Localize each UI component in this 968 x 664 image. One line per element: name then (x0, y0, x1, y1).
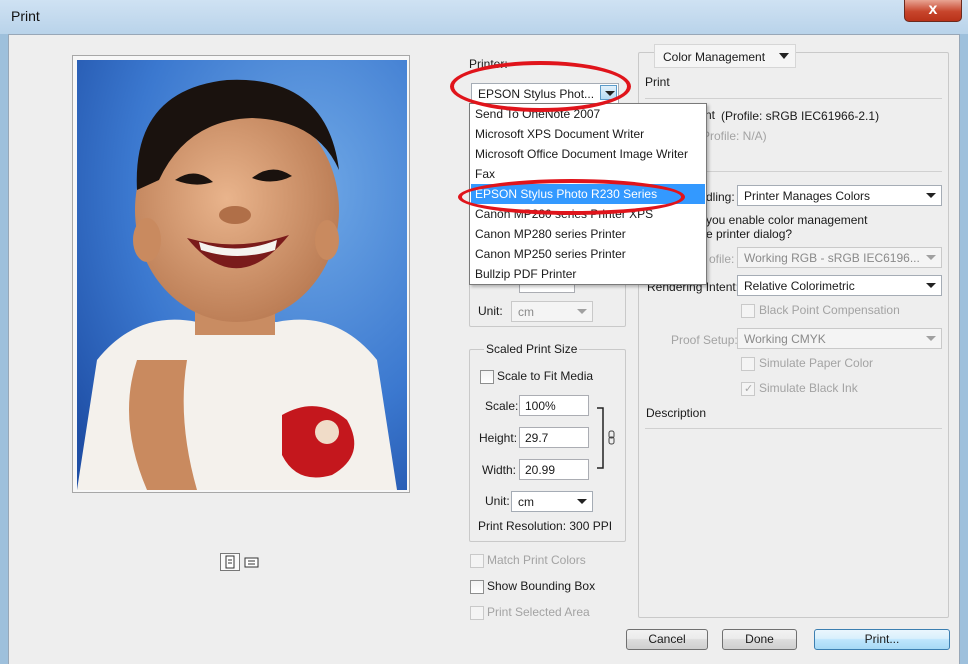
chevron-down-icon[interactable] (600, 85, 617, 100)
printer-profile-label: ofile: (709, 252, 735, 266)
printer-option-xps[interactable]: Microsoft XPS Document Writer (471, 124, 705, 144)
print-heading: Print (645, 75, 670, 89)
printer-profile-select[interactable]: Working RGB - sRGB IEC6196... (737, 247, 942, 268)
print-resolution-text: Print Resolution: 300 PPI (478, 519, 613, 533)
scale-to-fit-label: Scale to Fit Media (497, 369, 594, 383)
simulate-black-checkbox[interactable]: ✓ (741, 382, 755, 396)
proof-setup-select[interactable]: Working CMYK (737, 328, 942, 349)
scaled-print-size-legend: Scaled Print Size (484, 342, 580, 356)
reminder-line-2: e printer dialog? (706, 227, 793, 241)
print-selected-area-label: Print Selected Area (487, 605, 590, 619)
proof-setup-label: Proof Setup: (671, 333, 738, 347)
chevron-down-icon[interactable] (922, 188, 939, 203)
landscape-orientation-icon[interactable] (242, 553, 262, 571)
black-point-label: Black Point Compensation (759, 303, 900, 317)
scaled-unit-select[interactable]: cm (511, 491, 593, 512)
chevron-down-icon[interactable] (922, 278, 939, 293)
check-icon: ✓ (744, 383, 754, 395)
print-preview (72, 55, 410, 493)
portrait-orientation-icon[interactable] (220, 553, 240, 571)
match-print-colors-label: Match Print Colors (487, 553, 586, 567)
chevron-down-icon[interactable] (573, 304, 590, 319)
printer-option-epson[interactable]: EPSON Stylus Photo R230 Series (471, 184, 705, 204)
position-unit-select[interactable]: cm (511, 301, 593, 322)
color-management-menu[interactable]: Color Management (654, 44, 796, 68)
scaled-unit-label: Unit: (485, 494, 510, 508)
black-point-checkbox[interactable] (741, 304, 755, 318)
printer-dropdown-list: Send To OneNote 2007 Microsoft XPS Docum… (469, 103, 707, 285)
description-heading: Description (646, 406, 707, 420)
height-label: Height: (479, 431, 518, 445)
simulate-paper-label: Simulate Paper Color (759, 356, 874, 370)
printer-option-canon-mp250[interactable]: Canon MP250 series Printer (471, 244, 705, 264)
height-input[interactable]: 29.7 (519, 427, 589, 448)
scale-value: 100% (525, 399, 556, 413)
close-icon: x (928, 1, 938, 18)
link-chain-icon[interactable] (595, 407, 617, 469)
scale-label: Scale: (485, 399, 519, 413)
position-unit-value: cm (518, 305, 534, 319)
reminder-line-1: you enable color management (706, 213, 868, 227)
color-management-label: Color Management (663, 50, 766, 64)
printer-option-canon-mp280-xps[interactable]: Canon MP280 series Printer XPS (471, 204, 705, 224)
scaled-unit-value: cm (518, 495, 534, 509)
color-handling-value: Printer Manages Colors (744, 189, 871, 203)
scale-input[interactable]: 100% (519, 395, 589, 416)
preview-photo (77, 60, 407, 490)
match-print-colors-checkbox[interactable] (470, 554, 484, 568)
chevron-down-icon[interactable] (922, 250, 939, 265)
printer-option-office-image[interactable]: Microsoft Office Document Image Writer (471, 144, 705, 164)
chevron-down-icon (779, 53, 789, 59)
printer-profile-value: Working RGB - sRGB IEC6196... (744, 251, 920, 265)
width-label: Width: (482, 463, 517, 477)
separator (645, 428, 942, 429)
print-selected-area-checkbox[interactable] (470, 606, 484, 620)
simulate-paper-checkbox[interactable] (741, 357, 755, 371)
printer-select[interactable]: EPSON Stylus Phot... (471, 83, 619, 104)
printer-option-fax[interactable]: Fax (471, 164, 705, 184)
color-handling-label: dling: (706, 190, 735, 204)
window-title: Print (11, 8, 40, 24)
printer-label: Printer: (469, 57, 508, 71)
proof-setup-value: Working CMYK (744, 332, 826, 346)
printer-option-canon-mp280[interactable]: Canon MP280 series Printer (471, 224, 705, 244)
proof-profile-text: Profile: N/A) (702, 129, 767, 143)
scale-to-fit-checkbox[interactable] (480, 370, 494, 384)
width-value: 20.99 (525, 463, 556, 477)
chevron-down-icon[interactable] (922, 331, 939, 346)
document-profile-text: (Profile: sRGB IEC61966-2.1) (721, 109, 880, 123)
title-bar: Print x (0, 0, 968, 34)
printer-option-onenote[interactable]: Send To OneNote 2007 (471, 104, 705, 124)
simulate-black-label: Simulate Black Ink (759, 381, 858, 395)
show-bounding-box-checkbox[interactable] (470, 580, 484, 594)
chevron-down-icon[interactable] (573, 494, 590, 509)
height-value: 29.7 (525, 431, 549, 445)
width-input[interactable]: 20.99 (519, 459, 589, 480)
done-button[interactable]: Done (722, 629, 797, 650)
separator (645, 98, 942, 99)
print-button[interactable]: Print... (814, 629, 950, 650)
print-dialog: Printer: EPSON Stylus Phot... Unit: cm S… (8, 34, 960, 664)
position-unit-label: Unit: (478, 304, 503, 318)
rendering-intent-select[interactable]: Relative Colorimetric (737, 275, 942, 296)
color-handling-select[interactable]: Printer Manages Colors (737, 185, 942, 206)
cancel-button[interactable]: Cancel (626, 629, 708, 650)
rendering-intent-value: Relative Colorimetric (744, 279, 855, 293)
close-button[interactable]: x (904, 0, 962, 22)
printer-selected-value: EPSON Stylus Phot... (478, 87, 595, 101)
show-bounding-box-label: Show Bounding Box (487, 579, 596, 593)
printer-option-bullzip[interactable]: Bullzip PDF Printer (471, 264, 705, 284)
